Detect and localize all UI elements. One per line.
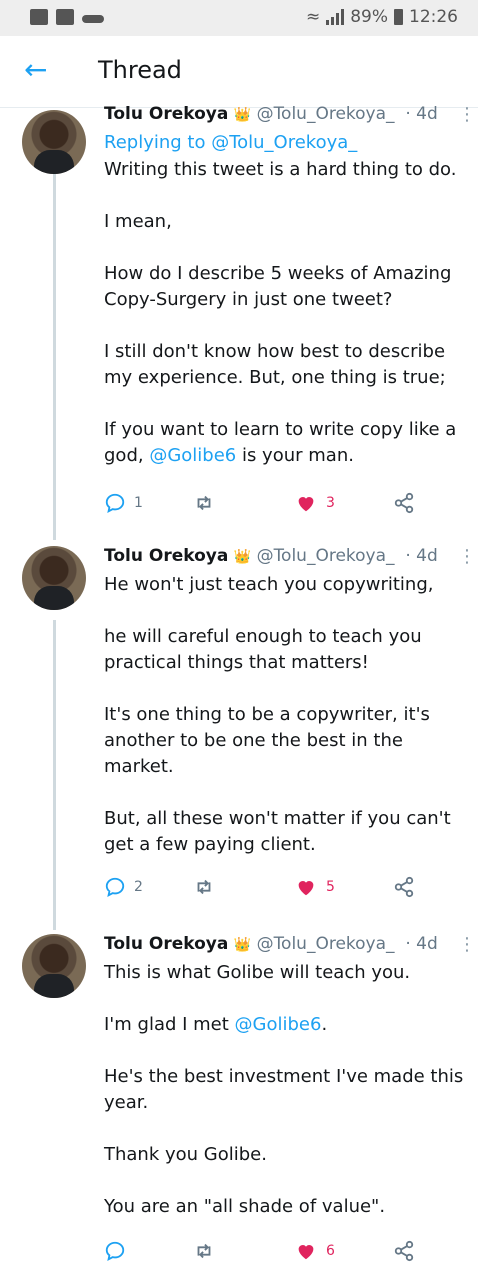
retweet-icon xyxy=(197,879,211,895)
more-options-icon[interactable]: ⋮ xyxy=(458,546,476,567)
avatar[interactable] xyxy=(22,934,86,998)
more-options-icon[interactable]: ⋮ xyxy=(458,104,476,125)
tweet-paragraph: Writing this tweet is a hard thing to do… xyxy=(104,159,457,180)
tweet-paragraph: I still don't know how best to describe … xyxy=(104,341,446,388)
tweet-age: 4d xyxy=(416,546,438,566)
retweet-button[interactable] xyxy=(192,492,224,514)
replying-to: Replying to @Tolu_Orekoya_ xyxy=(104,132,358,153)
author-handle[interactable]: @Tolu_Orekoya_ xyxy=(257,104,395,124)
author-name[interactable]: Tolu Orekoya xyxy=(104,934,228,954)
share-button[interactable] xyxy=(392,492,416,514)
key-icon xyxy=(82,15,104,23)
battery-percent: 89% xyxy=(350,7,388,27)
more-options-icon[interactable]: ⋮ xyxy=(458,934,476,955)
tweet-header: Tolu Orekoya 👑 @Tolu_Orekoya_ · 4d xyxy=(104,546,438,566)
like-count: 6 xyxy=(326,1243,335,1259)
folder-icon xyxy=(56,9,74,25)
reply-button[interactable]: 1 xyxy=(104,492,143,514)
system-status: ≈ 89% 12:26 xyxy=(306,7,458,27)
like-count: 5 xyxy=(326,879,335,895)
tweet-text: Writing this tweet is a hard thing to do… xyxy=(104,157,474,469)
reply-count: 2 xyxy=(134,879,143,895)
wifi-icon: ≈ xyxy=(305,7,321,27)
tweet-paragraph: I mean, xyxy=(104,211,172,232)
tweet-paragraph: This is what Golibe will teach you. xyxy=(104,962,411,983)
heart-icon xyxy=(298,497,314,512)
tweet-paragraph: he will careful enough to teach you prac… xyxy=(104,626,422,673)
avatar[interactable] xyxy=(22,546,86,610)
tweet-paragraph: You are an "all shade of value". xyxy=(104,1196,386,1217)
tweet-paragraph: It's one thing to be a copywriter, it's … xyxy=(104,704,430,777)
share-icon xyxy=(394,492,414,514)
retweet-icon xyxy=(197,495,211,511)
notification-icons xyxy=(30,9,104,25)
author-handle[interactable]: @Tolu_Orekoya_ xyxy=(257,934,395,954)
image-icon xyxy=(30,9,48,25)
reply-icon xyxy=(105,493,125,513)
retweet-button[interactable] xyxy=(192,876,224,898)
status-bar: ≈ 89% 12:26 xyxy=(0,0,478,36)
like-button[interactable]: 3 xyxy=(294,492,335,514)
mention-link[interactable]: @Golibe6 xyxy=(235,1014,322,1035)
tweet-paragraph: But, all these won't matter if you can't… xyxy=(104,808,451,855)
share-icon xyxy=(394,876,414,898)
tweet-header: Tolu Orekoya 👑 @Tolu_Orekoya_ · 4d xyxy=(104,934,438,954)
tweet-actions: 1 3 xyxy=(104,492,424,516)
avatar[interactable] xyxy=(22,110,86,174)
reply-icon xyxy=(105,877,125,897)
author-name[interactable]: Tolu Orekoya xyxy=(104,104,228,124)
tweet-paragraph: If you want to learn to write copy like … xyxy=(104,419,457,466)
replying-to-link[interactable]: @Tolu_Orekoya_ xyxy=(211,132,357,153)
tweet-age: 4d xyxy=(416,934,438,954)
signal-icon xyxy=(326,9,345,25)
app-header: ← Thread xyxy=(0,36,478,108)
author-name[interactable]: Tolu Orekoya xyxy=(104,546,228,566)
tweet-paragraph: How do I describe 5 weeks of Amazing Cop… xyxy=(104,263,452,310)
like-button[interactable]: 6 xyxy=(294,1240,335,1262)
tweet-actions: 2 5 xyxy=(104,876,424,900)
tweet-paragraph: Thank you Golibe. xyxy=(104,1144,267,1165)
retweet-icon xyxy=(197,1243,211,1259)
mention-link[interactable]: @Golibe6 xyxy=(149,445,236,466)
crown-emoji-icon: 👑 xyxy=(233,549,252,565)
crown-emoji-icon: 👑 xyxy=(233,107,252,123)
tweet-paragraph: I'm glad I met @Golibe6. xyxy=(104,1014,328,1035)
author-handle[interactable]: @Tolu_Orekoya_ xyxy=(257,546,395,566)
like-button[interactable]: 5 xyxy=(294,876,335,898)
share-icon xyxy=(394,1240,414,1262)
reply-icon xyxy=(105,1241,125,1261)
page-title: Thread xyxy=(98,56,182,84)
reply-button[interactable]: 2 xyxy=(104,876,143,898)
tweet-text: He won't just teach you copywriting, he … xyxy=(104,572,474,858)
heart-icon xyxy=(298,1245,314,1260)
thread-connector xyxy=(53,620,56,930)
tweet-paragraph: He won't just teach you copywriting, xyxy=(104,574,434,595)
heart-icon xyxy=(298,881,314,896)
retweet-button[interactable] xyxy=(192,1240,224,1262)
share-button[interactable] xyxy=(392,1240,416,1262)
crown-emoji-icon: 👑 xyxy=(233,937,252,953)
tweet-text: This is what Golibe will teach you. I'm … xyxy=(104,960,474,1220)
battery-icon xyxy=(394,9,403,25)
reply-count: 1 xyxy=(134,495,143,511)
thread-connector xyxy=(53,150,56,540)
clock: 12:26 xyxy=(409,7,458,27)
tweet-header: Tolu Orekoya 👑 @Tolu_Orekoya_ · 4d xyxy=(104,104,438,124)
tweet-age: 4d xyxy=(416,104,438,124)
tweet-actions: 6 xyxy=(104,1240,424,1264)
share-button[interactable] xyxy=(392,876,416,898)
back-arrow-icon[interactable]: ← xyxy=(24,54,47,86)
reply-button[interactable] xyxy=(104,1240,134,1262)
tweet-paragraph: He's the best investment I've made this … xyxy=(104,1066,464,1113)
like-count: 3 xyxy=(326,495,335,511)
